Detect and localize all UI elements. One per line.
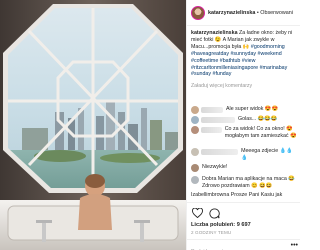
commenter-avatar[interactable] bbox=[191, 176, 199, 184]
comment-row: Golas... 😂😂😂 bbox=[191, 116, 298, 124]
commenter-avatar[interactable] bbox=[191, 164, 199, 172]
post-date: 2 GODZINY TEMU bbox=[191, 230, 232, 235]
comment-row: Izabellimbrowna Prosze Pani Kasiu jak bbox=[191, 192, 298, 199]
comment-row: Meeega zdjecie 💧💧💧 bbox=[191, 148, 298, 162]
comment-text: Izabellimbrowna Prosze Pani Kasiu jak bbox=[191, 192, 283, 198]
blurred-username bbox=[201, 107, 223, 113]
blurred-username bbox=[201, 127, 222, 133]
post-caption: katarzynazielinska Za ładne okno: żeby n… bbox=[191, 30, 298, 78]
comment-icon[interactable] bbox=[208, 207, 220, 219]
blurred-username bbox=[201, 149, 239, 155]
commenter-avatar[interactable] bbox=[191, 116, 199, 124]
comment-text: Meeega zdjecie 💧💧💧 bbox=[241, 148, 293, 161]
commenter-avatar[interactable] bbox=[191, 106, 199, 114]
comment-text: Dobra Marian ma aplikacje na maca 😂 Zdro… bbox=[202, 176, 295, 189]
blurred-username bbox=[201, 117, 235, 123]
post-header: katarzynazielinska • Obserwowani bbox=[187, 0, 300, 26]
following-label[interactable]: Obserwowani bbox=[260, 10, 293, 16]
comment-text: Golas... 😂😂😂 bbox=[238, 116, 278, 122]
caption-username[interactable]: katarzynazielinska bbox=[191, 30, 238, 36]
post-footer: Liczba polubień: 9 697 2 GODZINY TEMU ••… bbox=[187, 202, 300, 250]
likes-label: Liczba polubień: bbox=[191, 222, 237, 228]
window-view-illustration bbox=[0, 0, 186, 250]
load-more-comments-link[interactable]: Załaduj więcej komentarzy bbox=[191, 83, 298, 89]
comment-row: Niezwykle! bbox=[191, 164, 298, 172]
more-options-icon[interactable]: ••• bbox=[291, 242, 298, 249]
commenter-avatar[interactable] bbox=[191, 148, 199, 156]
post-photo[interactable] bbox=[0, 0, 186, 250]
add-comment-bar: ••• bbox=[187, 239, 300, 250]
comment-text: Niezwykle! bbox=[202, 164, 228, 170]
comment-row: Co za widok! Co za okno! 😍 mogłabym tam … bbox=[191, 126, 298, 140]
author-username[interactable]: katarzynazielinska bbox=[208, 10, 255, 16]
post-actions bbox=[191, 207, 225, 219]
comment-row: Dobra Marian ma aplikacje na maca 😂 Zdro… bbox=[191, 176, 298, 190]
likes-number: 9 697 bbox=[236, 222, 251, 228]
commenter-avatar[interactable] bbox=[191, 126, 199, 134]
likes-count[interactable]: Liczba polubień: 9 697 bbox=[191, 222, 251, 228]
comment-text: Co za widok! Co za okno! 😍 mogłabym tam … bbox=[224, 126, 297, 139]
comment-row: Ale super widok 😍😍 bbox=[191, 106, 298, 114]
instagram-post: katarzynazielinska • Obserwowani katarzy… bbox=[0, 0, 300, 250]
header-text: katarzynazielinska • Obserwowani bbox=[208, 10, 293, 16]
post-sidebar: katarzynazielinska • Obserwowani katarzy… bbox=[186, 0, 300, 250]
author-avatar[interactable] bbox=[191, 5, 205, 20]
comment-text: Ale super widok 😍😍 bbox=[226, 106, 279, 112]
add-comment-input[interactable] bbox=[191, 246, 286, 250]
comments-list[interactable]: katarzynazielinska Za ładne okno: żeby n… bbox=[191, 30, 298, 202]
heart-icon[interactable] bbox=[191, 207, 203, 219]
